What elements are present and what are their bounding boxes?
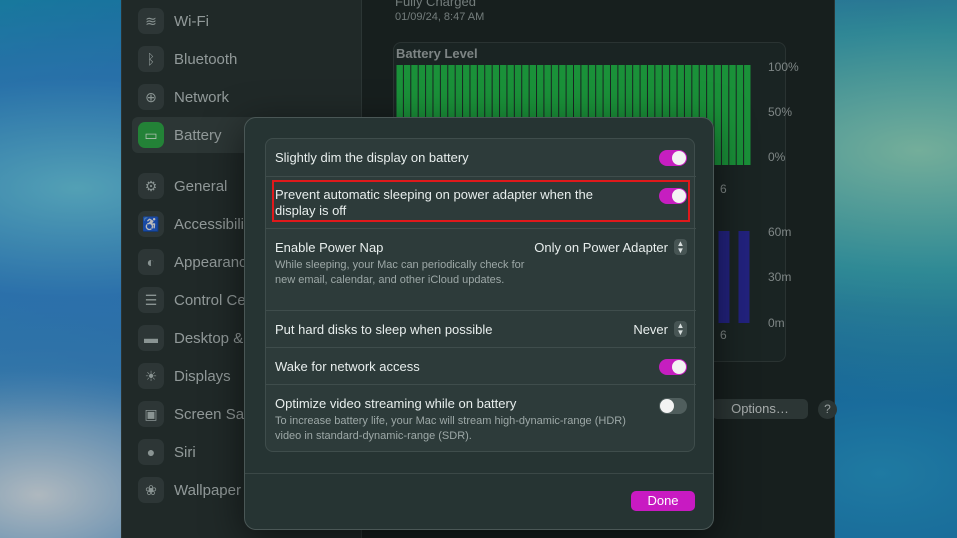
chevron-up-down-icon: ▲ ▼ [674,239,687,255]
power-nap-popup[interactable]: Only on Power Adapter ▲ ▼ [534,239,687,255]
dim-display-row: Slightly dim the display on battery [266,139,696,176]
chevron-up-down-icon: ▲ ▼ [674,321,687,337]
wake-network-row: Wake for network access [266,347,696,384]
sheet-divider [245,473,713,474]
done-button[interactable]: Done [631,491,695,511]
optimize-video-toggle[interactable] [659,398,687,414]
power-nap-label: Enable Power Nap [275,240,384,255]
dim-display-label: Slightly dim the display on battery [275,150,469,165]
power-nap-row: Enable Power Nap While sleeping, your Ma… [266,228,696,310]
optimize-video-label: Optimize video streaming while on batter… [275,396,517,411]
battery-options-sheet: Slightly dim the display on battery Prev… [244,117,714,530]
power-nap-description: While sleeping, your Mac can periodicall… [275,259,525,286]
wake-network-toggle[interactable] [659,359,687,375]
hard-disk-sleep-popup[interactable]: Never ▲ ▼ [633,321,687,337]
power-nap-value: Only on Power Adapter [534,239,668,255]
hard-disk-sleep-label: Put hard disks to sleep when possible [275,322,493,337]
hard-disk-sleep-value: Never [633,321,668,337]
optimize-video-description: To increase battery life, your Mac will … [275,415,626,442]
highlight-box [272,180,690,222]
wake-network-label: Wake for network access [275,359,420,374]
optimize-video-row: Optimize video streaming while on batter… [266,384,696,453]
dim-display-toggle[interactable] [659,150,687,166]
hard-disk-sleep-row: Put hard disks to sleep when possible Ne… [266,310,696,347]
